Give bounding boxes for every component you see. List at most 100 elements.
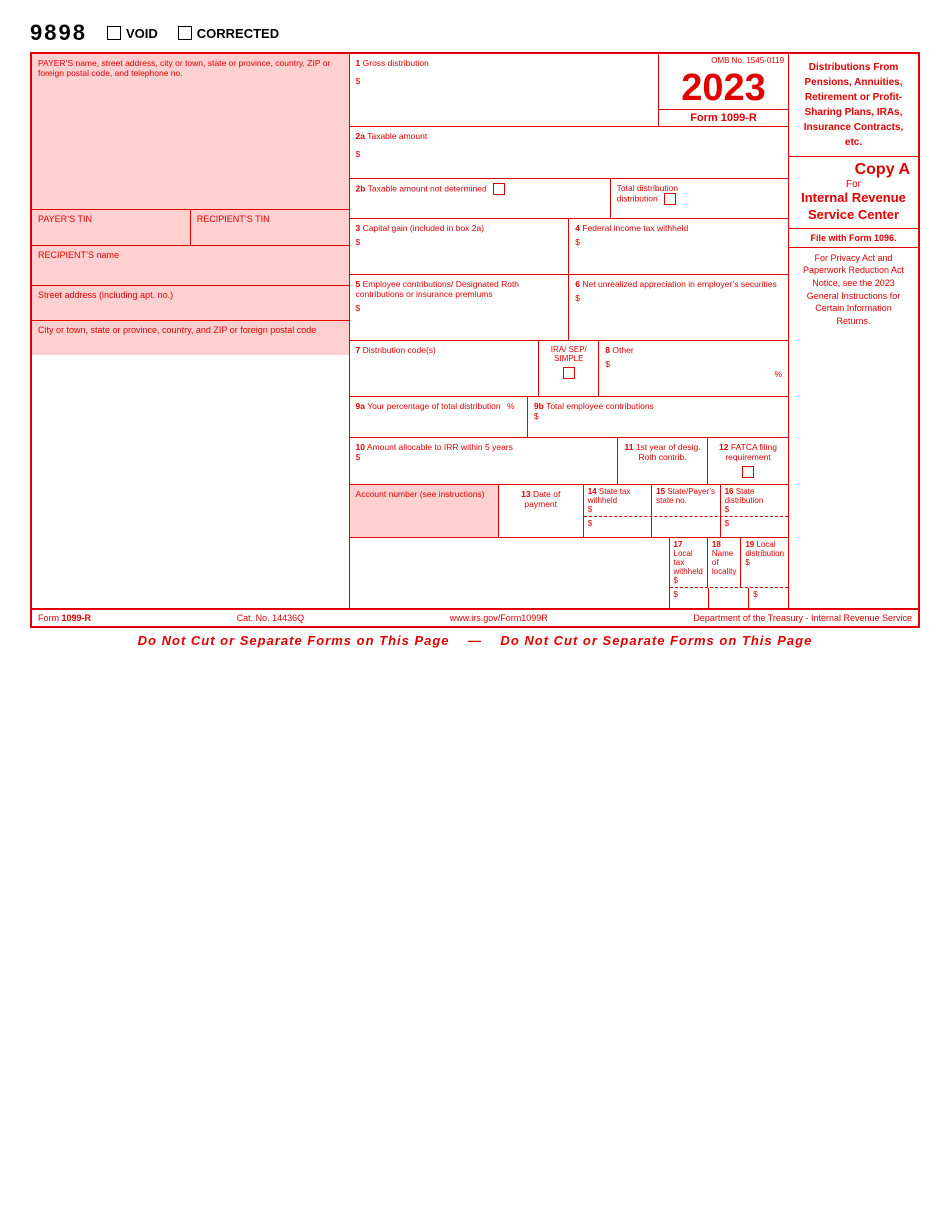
f8-pct: % bbox=[605, 369, 782, 379]
f4-dollar: $ bbox=[575, 237, 782, 247]
f16-dollar-2: $ bbox=[725, 519, 729, 528]
f16-cell-bottom: $ bbox=[721, 517, 788, 537]
f5-cell: 5 Employee contributions/ Designated Rot… bbox=[350, 275, 570, 340]
f1-dollar: $ bbox=[356, 76, 652, 86]
f10-dollar: $ bbox=[356, 452, 611, 462]
f3-number: 3 bbox=[356, 223, 361, 233]
form-footer: Form 1099-R Cat. No. 14436Q www.irs.gov/… bbox=[32, 609, 918, 626]
irs-center-label: Internal Revenue Service Center bbox=[797, 190, 910, 224]
f10-f11-f12-row: 10 Amount allocable to IRR within 5 year… bbox=[350, 438, 788, 485]
f10-cell: 10 Amount allocable to IRR within 5 year… bbox=[350, 438, 618, 484]
f5-f6-row: 5 Employee contributions/ Designated Rot… bbox=[350, 275, 788, 341]
f10-number: 10 bbox=[356, 442, 365, 452]
header-row: 9898 VOID CORRECTED bbox=[30, 20, 920, 46]
f9-row: 9a Your percentage of total distribution… bbox=[350, 397, 788, 438]
f18-cell-top: 18 Name of locality bbox=[708, 538, 741, 587]
recipients-tin-cell: RECIPIENT’S TIN bbox=[191, 210, 349, 245]
f2b-number: 2b bbox=[356, 183, 366, 193]
void-checkbox-label[interactable]: VOID bbox=[107, 26, 158, 41]
account-date-row: Account number (see instructions) 13 Dat… bbox=[350, 485, 788, 538]
void-label: VOID bbox=[126, 26, 158, 41]
file-with-label: File with Form 1096. bbox=[789, 229, 918, 248]
f11-number: 11 bbox=[624, 442, 633, 452]
f2b-name: Taxable amount not determined bbox=[368, 183, 487, 193]
payer-address-area[interactable]: PAYER’S name, street address, city or to… bbox=[32, 54, 349, 209]
f3-dollar: $ bbox=[356, 237, 563, 247]
f17-cell-bottom: $ bbox=[670, 588, 710, 608]
f9a-pct: % bbox=[507, 401, 515, 411]
date-payment-cell: 13 Date of payment bbox=[499, 485, 584, 537]
f12-name: FATCA filing requirement bbox=[725, 442, 777, 462]
f11-cell: 11 1st year of desig. Roth contrib. bbox=[618, 438, 708, 484]
f4-number: 4 bbox=[575, 223, 580, 233]
f9a-name: Your percentage of total distribution bbox=[367, 401, 500, 411]
f5-dollar: $ bbox=[356, 303, 563, 313]
f7-f8-row: 7 Distribution code(s) IRA/ SEP/ SIMPLE … bbox=[350, 341, 788, 397]
f8-number: 8 bbox=[605, 345, 610, 355]
f1-number: 1 bbox=[356, 58, 361, 68]
f1-name: Gross distribution bbox=[363, 58, 429, 68]
form-footer-title: Form 1099-R bbox=[38, 613, 91, 623]
f15-cell-top: 15 State/Payer’s state no. bbox=[652, 485, 720, 516]
street-address-cell: Street address (including apt. no.) bbox=[32, 285, 349, 320]
page-wrapper: 9898 VOID CORRECTED PAYER’S name, street… bbox=[0, 0, 950, 668]
f14-cell-top: 14 State tax withheld $ bbox=[584, 485, 652, 516]
f18-name: Name of locality bbox=[712, 549, 736, 576]
void-checkbox[interactable] bbox=[107, 26, 121, 40]
account-number-cell[interactable]: Account number (see instructions) bbox=[350, 485, 499, 537]
f12-cell: 12 FATCA filing requirement bbox=[708, 438, 788, 484]
f2a-number: 2a bbox=[356, 131, 365, 141]
f16-number: 16 bbox=[725, 487, 734, 496]
f16-cell-top: 16 State distribution $ bbox=[721, 485, 788, 516]
f17-name: Local tax withheld bbox=[674, 549, 703, 576]
copy-a-section: Copy A For Internal Revenue Service Cent… bbox=[789, 157, 918, 229]
f17-dollar-1: $ bbox=[674, 576, 703, 585]
f12-checkbox[interactable] bbox=[742, 466, 754, 478]
f14-cell-bottom: $ bbox=[584, 517, 652, 537]
f18-cell-bottom bbox=[709, 588, 749, 608]
f3-cell: 3 Capital gain (included in box 2a) $ bbox=[350, 219, 570, 274]
f3-name: Capital gain (included in box 2a) bbox=[363, 223, 484, 233]
f17-cell-top: 17 Local tax withheld $ bbox=[670, 538, 708, 587]
city-label: City or town, state or province, country… bbox=[38, 325, 316, 335]
f2b-checkbox[interactable] bbox=[493, 183, 505, 195]
f18-number: 18 bbox=[712, 540, 721, 549]
f6-dollar: $ bbox=[575, 293, 782, 303]
f19-number: 19 bbox=[745, 540, 754, 549]
f3-f4-row: 3 Capital gain (included in box 2a) $ 4 … bbox=[350, 219, 788, 275]
f7-cell: 7 Distribution code(s) bbox=[350, 341, 540, 396]
f19-dollar-1: $ bbox=[745, 558, 784, 567]
for-label: For bbox=[797, 179, 910, 190]
website: www.irs.gov/Form1099R bbox=[450, 613, 548, 623]
ira-sep-checkbox[interactable] bbox=[563, 367, 575, 379]
privacy-notice: For Privacy Act and Paperwork Reduction … bbox=[789, 248, 918, 608]
form-container: PAYER’S name, street address, city or to… bbox=[30, 52, 920, 628]
f4-cell: 4 Federal income tax withheld $ bbox=[569, 219, 788, 274]
spacer-left bbox=[350, 538, 670, 608]
f13-number: 13 bbox=[521, 489, 530, 499]
cat-no: Cat. No. 14436Q bbox=[237, 613, 305, 623]
city-cell: City or town, state or province, country… bbox=[32, 320, 349, 355]
f9b-number: 9b bbox=[534, 401, 544, 411]
f2b-row: 2b Taxable amount not determined Total d… bbox=[350, 179, 788, 219]
right-info: Distributions From Pensions, Annuities, … bbox=[789, 54, 918, 608]
f7-name: Distribution code(s) bbox=[363, 345, 436, 355]
total-distribution-cell: Total distribution distribution bbox=[611, 179, 788, 218]
state-row-top: 14 State tax withheld $ 15 State/Payer’s… bbox=[584, 485, 788, 517]
local-row-bottom: $ $ bbox=[670, 588, 788, 608]
corrected-label: CORRECTED bbox=[197, 26, 279, 41]
total-distribution-checkbox[interactable] bbox=[664, 193, 676, 205]
year-prefix: 20 bbox=[681, 67, 723, 109]
f15-cell-bottom bbox=[652, 517, 720, 537]
form-1099r-label: Form 1099-R bbox=[659, 109, 788, 126]
corrected-checkbox[interactable] bbox=[178, 26, 192, 40]
year-display: 2023 bbox=[659, 67, 788, 109]
ira-sep-label: IRA/ SEP/ SIMPLE bbox=[545, 345, 592, 363]
f12-number: 12 bbox=[719, 442, 728, 452]
f9a-cell: 9a Your percentage of total distribution… bbox=[350, 397, 528, 437]
corrected-checkbox-label[interactable]: CORRECTED bbox=[178, 26, 279, 41]
f7-number: 7 bbox=[356, 345, 361, 355]
local-taxes-block: 17 Local tax withheld $ 18 Name of local… bbox=[670, 538, 788, 608]
payers-tin-label: PAYER’S TIN bbox=[38, 214, 92, 224]
payer-info-label: PAYER’S name, street address, city or to… bbox=[38, 58, 330, 78]
